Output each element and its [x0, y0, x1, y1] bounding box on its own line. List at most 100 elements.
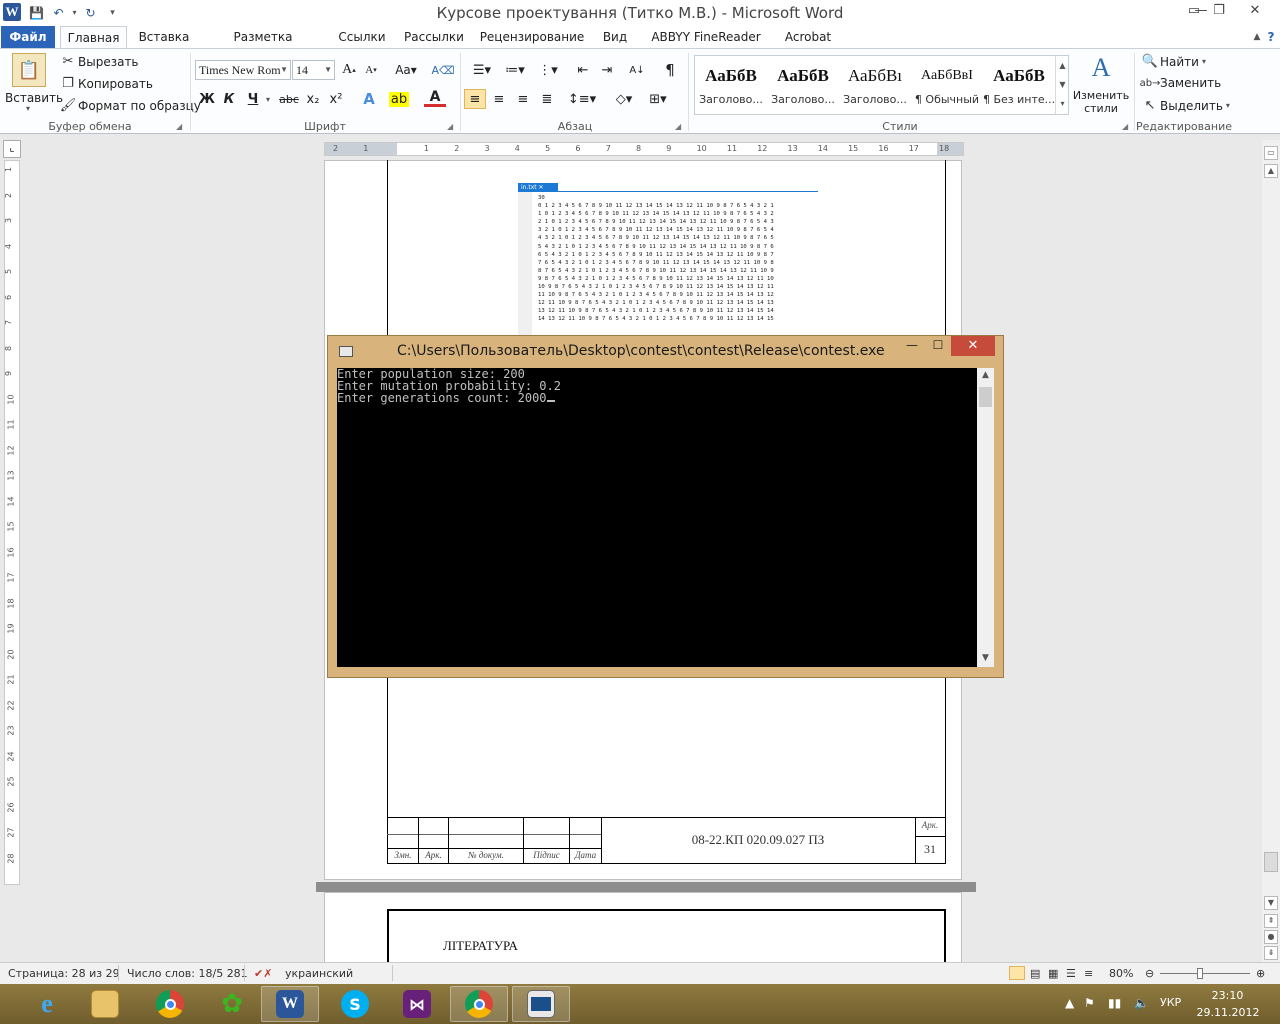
tray-volume-icon[interactable]: 🔈 [1134, 996, 1149, 1010]
prev-page-icon[interactable]: ⇞ [1264, 914, 1278, 928]
style-no-spacing[interactable]: АаБбВ ¶ Без инте... [983, 56, 1055, 114]
tray-show-hidden-icon[interactable]: ▲ [1065, 996, 1074, 1010]
format-painter-button[interactable]: 🖌 Формат по образцу [60, 98, 201, 113]
tab-review[interactable]: Рецензирование [477, 26, 587, 48]
horizontal-ruler[interactable]: 2 1 1 2 3 4 5 6 7 8 9 10 11 12 13 14 15 16 17 18 [324, 142, 964, 156]
change-case-icon[interactable]: Aa▾ [392, 60, 420, 80]
paragraph-launcher-icon[interactable]: ◢ [675, 122, 681, 131]
style-heading-2[interactable]: АаБбВ Заголово... [767, 56, 839, 114]
console-maximize-button[interactable]: ☐ [926, 338, 950, 356]
full-screen-icon[interactable]: ▤ [1030, 967, 1040, 980]
taskbar-ie[interactable]: e [18, 986, 76, 1022]
underline-button[interactable]: Ч [242, 89, 264, 109]
scroll-thumb[interactable] [1264, 852, 1278, 872]
tab-selector-icon[interactable]: ⌞ [3, 140, 21, 158]
tray-network-icon[interactable]: ▮▮ [1108, 996, 1121, 1010]
document-page[interactable] [324, 892, 962, 972]
font-launcher-icon[interactable]: ◢ [447, 122, 453, 131]
console-scrollbar[interactable] [977, 368, 994, 667]
decrease-indent-icon[interactable]: ⇤ [572, 60, 594, 80]
console-app-icon[interactable] [339, 346, 353, 357]
paste-icon[interactable]: 📋 [12, 53, 46, 87]
tray-language[interactable]: УКР [1160, 996, 1181, 1009]
paste-dropdown-icon[interactable]: ▾ [26, 104, 30, 113]
replace-button[interactable]: ab→ Заменить [1140, 76, 1222, 90]
increase-indent-icon[interactable]: ⇥ [596, 60, 618, 80]
subscript-button[interactable]: x₂ [302, 89, 324, 109]
tab-home[interactable]: Главная [60, 26, 127, 49]
zoom-slider-handle[interactable] [1197, 968, 1203, 979]
tab-abbyy[interactable]: ABBYY FineReader 11 [643, 26, 769, 66]
split-view-icon[interactable]: ▭ [1264, 146, 1278, 160]
taskbar-icq[interactable]: ✿ [203, 986, 261, 1022]
font-name-combo[interactable]: Times New Rom ▼ [195, 60, 291, 80]
align-right-button[interactable]: ≡ [512, 89, 534, 109]
change-styles-icon[interactable]: A [1086, 53, 1116, 83]
styles-scroll[interactable]: ▲ ▼ ▾ [1055, 56, 1069, 114]
style-heading-1[interactable]: АаБбВ Заголово... [695, 56, 767, 114]
tray-flag-icon[interactable]: ⚑ [1084, 996, 1095, 1010]
status-language[interactable]: украинский [285, 967, 353, 980]
align-center-button[interactable]: ≡ [488, 89, 510, 109]
bullets-icon[interactable]: ☰▾ [468, 60, 496, 80]
tab-insert[interactable]: Вставка [135, 26, 193, 48]
tab-references[interactable]: Ссылки [333, 26, 391, 48]
text-effects-icon[interactable]: A [358, 89, 380, 109]
paste-button[interactable]: Вставить [5, 91, 63, 105]
taskbar-visual-studio[interactable]: ⋈ [388, 986, 446, 1022]
web-layout-icon[interactable]: ▦ [1048, 967, 1058, 980]
strikethrough-button[interactable]: abc [278, 89, 300, 109]
underline-dropdown-icon[interactable]: ▾ [262, 89, 274, 109]
zoom-slider[interactable] [1160, 973, 1250, 974]
next-page-icon[interactable]: ⇟ [1264, 946, 1278, 960]
close-button[interactable]: ✕ [1232, 0, 1278, 20]
shrink-font-icon[interactable]: A ▾ [360, 60, 382, 80]
tab-page-layout[interactable]: Разметка страницы [203, 26, 323, 66]
justify-button[interactable]: ≣ [536, 89, 558, 109]
styles-launcher-icon[interactable]: ◢ [1122, 122, 1128, 131]
tab-mailings[interactable]: Рассылки [401, 26, 467, 48]
tab-acrobat[interactable]: Acrobat [779, 26, 837, 48]
taskbar-explorer[interactable] [76, 986, 134, 1022]
taskbar-chrome-2[interactable] [450, 986, 508, 1022]
draft-icon[interactable]: ≡ [1084, 967, 1093, 980]
tray-clock-date[interactable]: 29.11.2012 [1196, 1006, 1260, 1019]
scroll-down-icon[interactable]: ▼ [1264, 896, 1278, 910]
change-styles-line1[interactable]: Изменить [1073, 89, 1129, 102]
print-layout-icon[interactable] [1009, 966, 1025, 980]
maximize-button[interactable]: ❐ [1205, 0, 1233, 20]
help-icon[interactable]: ? [1264, 26, 1278, 48]
style-heading-3[interactable]: АаБбВı Заголово... [839, 56, 911, 114]
tab-view[interactable]: Вид [597, 26, 633, 48]
font-color-icon[interactable]: A [424, 89, 446, 107]
align-left-button[interactable]: ≡ [464, 89, 486, 109]
console-screen[interactable] [337, 368, 977, 667]
taskbar-skype[interactable]: S [326, 986, 384, 1022]
vertical-ruler[interactable]: 1 2 3 4 5 6 7 8 9 10 11 12 13 14 15 16 17 18 19 20 21 22 23 24 2… [4, 160, 20, 885]
copy-button[interactable]: ❐ Копировать [60, 76, 153, 91]
find-button[interactable]: 🔍 Найти ▾ [1142, 54, 1206, 69]
show-marks-icon[interactable]: ¶ [659, 60, 681, 80]
console-scroll-thumb[interactable] [979, 387, 992, 407]
status-page[interactable]: Страница: 28 из 29 [8, 967, 120, 980]
numbering-icon[interactable]: ≔▾ [501, 60, 529, 80]
multilevel-list-icon[interactable]: ⋮▾ [534, 60, 562, 80]
clear-formatting-icon[interactable]: A⌫ [431, 60, 454, 80]
tab-file[interactable]: Файл [1, 26, 55, 48]
zoom-out-icon[interactable]: ⊖ [1145, 967, 1154, 980]
taskbar-console[interactable] [512, 986, 570, 1022]
change-styles-line2[interactable]: стили [1073, 102, 1129, 115]
zoom-level[interactable]: 80% [1109, 967, 1133, 980]
proofing-icon[interactable]: ✔✗ [254, 967, 272, 980]
font-size-combo[interactable]: 14 ▼ [292, 60, 335, 80]
scroll-up-icon[interactable]: ▲ [1264, 164, 1278, 178]
console-close-button[interactable]: ✕ [951, 336, 995, 356]
vertical-scrollbar[interactable] [1262, 140, 1280, 962]
console-minimize-button[interactable]: — [900, 338, 924, 356]
line-spacing-icon[interactable]: ↕≡▾ [568, 89, 596, 109]
borders-icon[interactable]: ⊞▾ [644, 89, 672, 109]
tray-clock-time[interactable]: 23:10 [1200, 989, 1255, 1002]
superscript-button[interactable]: x² [325, 89, 347, 109]
taskbar-chrome[interactable] [141, 986, 199, 1022]
clipboard-launcher-icon[interactable]: ◢ [176, 122, 182, 131]
